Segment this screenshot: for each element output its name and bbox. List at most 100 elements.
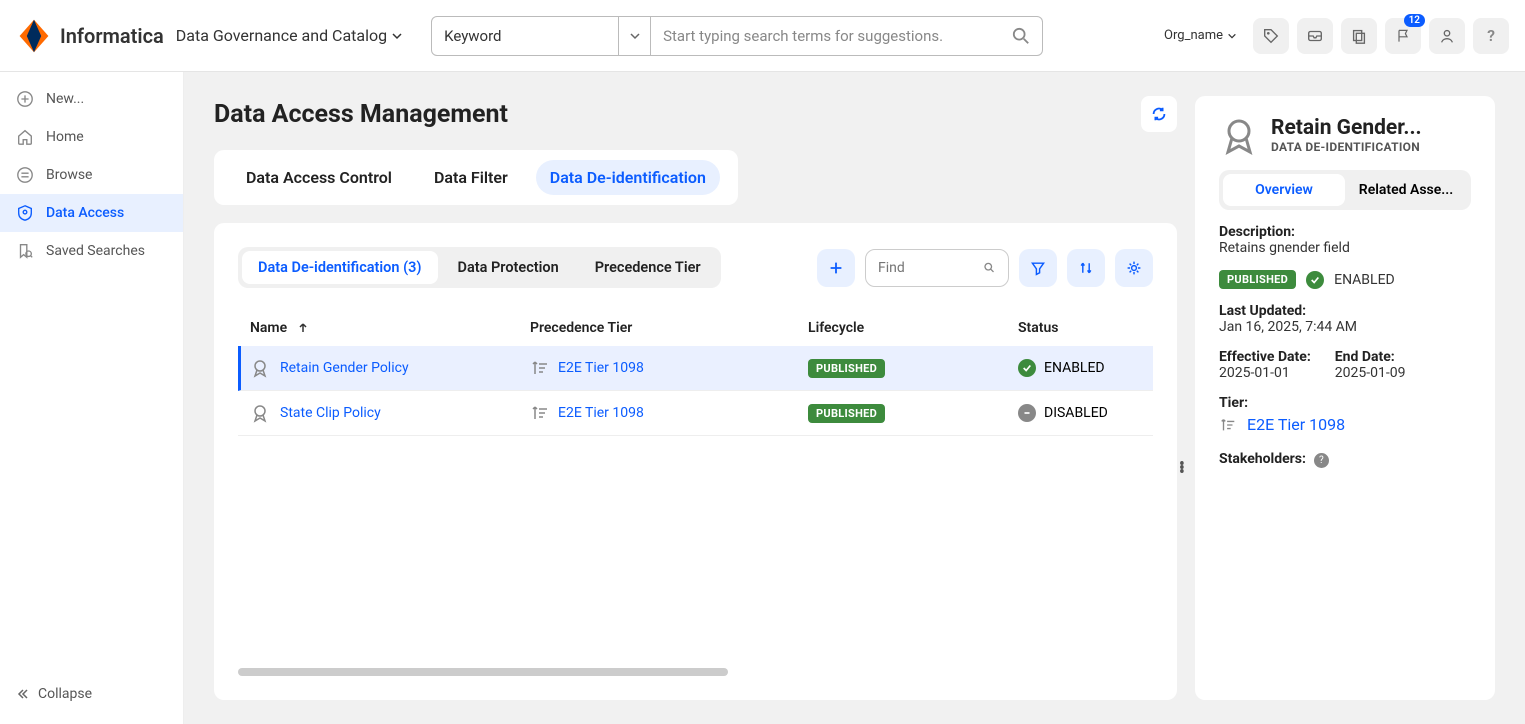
tier-link[interactable]: E2E Tier 1098 [558,360,644,376]
sort-button[interactable] [1067,249,1105,287]
flag-icon [1395,28,1411,44]
tier-link[interactable]: E2E Tier 1098 [558,405,644,421]
sidebar-item-browse[interactable]: Browse [0,156,183,194]
find-input-container [865,249,1009,287]
column-name[interactable]: Name [250,320,530,336]
column-precedence-tier[interactable]: Precedence Tier [530,320,808,336]
detail-title: Retain Gender... [1271,116,1471,140]
cell-status: DISABLED [1018,404,1141,422]
field-end-date: End Date: 2025-01-09 [1335,349,1406,381]
tier-label: Tier: [1219,395,1471,411]
status-value: ENABLED [1334,272,1395,288]
column-status[interactable]: Status [1018,320,1141,336]
app-header: Informatica Data Governance and Catalog … [0,0,1525,72]
column-lifecycle[interactable]: Lifecycle [808,320,1018,336]
tag-icon [1262,27,1280,45]
filter-button[interactable] [1019,249,1057,287]
sidebar-item-label: Browse [46,167,92,183]
scrollbar-thumb[interactable] [238,668,728,676]
sidebar-item-new[interactable]: New... [0,80,183,118]
subtab-data-protection[interactable]: Data Protection [442,251,575,284]
refresh-icon [1150,105,1168,123]
search-input[interactable] [663,27,1012,45]
help-icon[interactable]: ? [1314,453,1329,468]
search-type-dropdown[interactable] [619,16,651,56]
main-content: Data Access Management Data Access Contr… [184,72,1525,724]
sidebar-collapse[interactable]: Collapse [0,672,183,716]
title-row: Data Access Management [214,96,1177,132]
logo-icon [16,18,52,54]
notification-badge: 12 [1404,14,1425,27]
home-icon [16,128,34,146]
tier-icon [530,358,550,378]
lifecycle-badge: PUBLISHED [1219,270,1296,289]
status-row: PUBLISHED ENABLED [1219,270,1471,289]
shield-icon [16,204,34,222]
chevron-left-double-icon [16,687,30,701]
sort-icon [1078,260,1094,276]
policy-name-link[interactable]: State Clip Policy [280,405,381,421]
minus-circle-icon [1018,404,1036,422]
cell-tier: E2E Tier 1098 [530,358,808,378]
find-input[interactable] [878,260,975,276]
app-switcher[interactable]: Data Governance and Catalog [176,26,403,45]
gear-icon [1126,260,1142,276]
sidebar-item-home[interactable]: Home [0,118,183,156]
policy-name-link[interactable]: Retain Gender Policy [280,360,409,376]
search-bar: Keyword [431,16,1043,56]
search-icon[interactable] [1012,27,1030,45]
more-vertical-icon: ••• [1179,463,1185,475]
cell-lifecycle: PUBLISHED [808,405,1018,421]
ribbon-icon [1219,116,1259,156]
field-description: Description: Retains gnender field [1219,224,1471,256]
cell-tier: E2E Tier 1098 [530,403,808,423]
add-button[interactable] [817,249,855,287]
bookmark-icon [16,242,34,260]
table-row[interactable]: Retain Gender Policy E2E Tier 1098 PUBLI… [238,346,1153,391]
tag-button[interactable] [1253,18,1289,54]
user-button[interactable] [1429,18,1465,54]
sidebar-item-data-access[interactable]: Data Access [0,194,183,232]
table-row[interactable]: State Clip Policy E2E Tier 1098 PUBLISHE… [238,391,1153,436]
status-label: ENABLED [1044,360,1105,376]
subtab-de-identification[interactable]: Data De-identification (3) [242,251,438,284]
user-icon [1438,27,1456,45]
subtabs: Data De-identification (3) Data Protecti… [238,247,721,288]
status-label: DISABLED [1044,405,1108,421]
copy-icon [1350,27,1368,45]
lifecycle-badge: PUBLISHED [808,404,885,423]
filter-icon [1030,260,1046,276]
column-label: Status [1018,320,1058,336]
content-card: Data De-identification (3) Data Protecti… [214,223,1177,700]
lifecycle-badge: PUBLISHED [808,359,885,378]
header-actions: Org_name 12 ? [1164,18,1509,54]
ribbon-icon [250,403,270,423]
settings-button[interactable] [1115,249,1153,287]
plus-icon [16,90,34,108]
last-updated-label: Last Updated: [1219,303,1471,319]
column-label: Lifecycle [808,320,864,336]
refresh-button[interactable] [1141,96,1177,132]
search-type-selector[interactable]: Keyword [431,16,619,56]
sidebar-item-label: Home [46,129,84,145]
tab-data-filter[interactable]: Data Filter [420,160,522,195]
more-menu-button[interactable]: ••• [1179,463,1185,475]
notifications-button[interactable]: 12 [1385,18,1421,54]
subtab-precedence-tier[interactable]: Precedence Tier [579,251,717,284]
sidebar-item-saved-searches[interactable]: Saved Searches [0,232,183,270]
tier-link[interactable]: E2E Tier 1098 [1247,415,1345,434]
tab-data-de-identification[interactable]: Data De-identification [536,160,720,195]
detail-subtitle: DATA DE-IDENTIFICATION [1271,140,1471,154]
detail-tab-overview[interactable]: Overview [1223,174,1345,206]
inbox-button[interactable] [1297,18,1333,54]
search-icon[interactable] [983,260,996,276]
help-button[interactable]: ? [1473,18,1509,54]
main-layout: New... Home Browse Data Access Saved Sea… [0,72,1525,724]
copy-button[interactable] [1341,18,1377,54]
tab-data-access-control[interactable]: Data Access Control [232,160,406,195]
detail-tab-related-assets[interactable]: Related Asse... [1345,174,1467,206]
horizontal-scrollbar[interactable] [238,668,1153,676]
app-name-label: Data Governance and Catalog [176,26,387,45]
main-column: Data Access Management Data Access Contr… [214,96,1177,700]
org-switcher[interactable]: Org_name [1164,28,1237,43]
